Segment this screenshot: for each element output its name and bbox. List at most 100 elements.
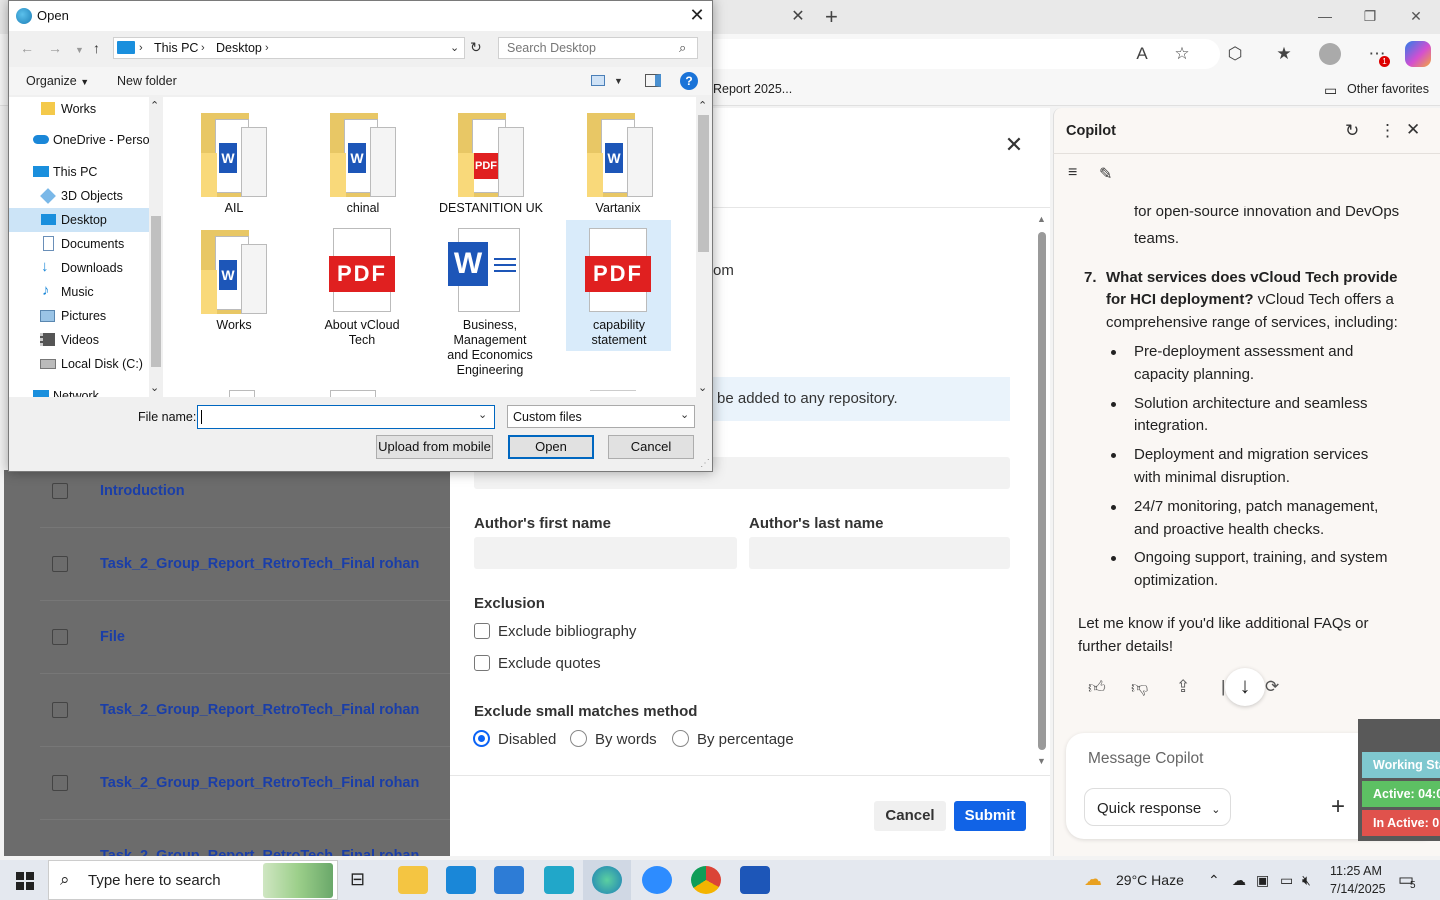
favorite-star-icon[interactable]: ☆ xyxy=(1170,42,1194,66)
view-icon[interactable] xyxy=(591,75,605,86)
file-label[interactable]: Business, Management and Economics Engineer… xyxy=(437,318,543,378)
scroll-down-icon[interactable]: ▼ xyxy=(1037,756,1046,766)
regenerate-icon[interactable]: ⟳ xyxy=(1265,677,1279,697)
new-chat-icon[interactable]: ✎ xyxy=(1099,164,1112,184)
menu-icon[interactable]: ≡ xyxy=(1068,164,1077,182)
nav-scroll-up-icon[interactable]: ⌃ xyxy=(150,99,159,112)
window-close-icon[interactable]: ✕ xyxy=(1401,4,1431,28)
file-label[interactable]: AIL xyxy=(181,201,287,216)
nav-item-selected[interactable]: Desktop xyxy=(9,208,149,232)
file-link[interactable]: Task_2_Group_Report_RetroTech_Final roha… xyxy=(100,775,419,791)
search-field[interactable]: Search Desktop xyxy=(498,37,698,59)
first-name-field[interactable] xyxy=(474,537,737,569)
add-icon[interactable]: + xyxy=(1331,793,1345,821)
profile-avatar[interactable] xyxy=(1319,43,1341,65)
exclude-bibliography-checkbox[interactable] xyxy=(474,623,490,639)
new-folder-button[interactable]: New folder xyxy=(117,74,177,88)
onedrive-icon[interactable]: ☁ xyxy=(1232,872,1246,889)
forward-icon[interactable]: → xyxy=(48,40,62,56)
nav-item[interactable]: This PC xyxy=(9,160,149,184)
share-icon[interactable]: ⇪ xyxy=(1176,677,1190,697)
organize-button[interactable]: Organize ▼ xyxy=(26,74,89,88)
quick-response-dropdown[interactable]: Quick response ⌄ xyxy=(1084,788,1231,826)
file-link[interactable]: Task_2_Group_Report_RetroTech_Final roha… xyxy=(100,556,419,572)
nav-item[interactable]: Network xyxy=(9,384,149,397)
nav-item[interactable]: Works xyxy=(9,97,149,121)
dialog-cancel-button[interactable]: Cancel xyxy=(608,435,694,459)
copilot-close-icon[interactable]: ✕ xyxy=(1406,120,1420,140)
other-favorites[interactable]: Other favorites xyxy=(1347,82,1429,96)
pdf-file-icon[interactable]: PDF xyxy=(329,228,395,314)
path-dropdown-icon[interactable]: ⌄ xyxy=(450,41,459,54)
file-label[interactable]: Works xyxy=(181,318,287,333)
file-scroll-up-icon[interactable]: ⌃ xyxy=(698,99,707,112)
folder-icon[interactable]: W xyxy=(587,113,653,199)
clock-time[interactable]: 11:25 AM xyxy=(1330,864,1382,878)
more-options-icon[interactable]: ⋮ xyxy=(1379,121,1396,141)
path-segment[interactable]: This PC xyxy=(154,41,198,55)
volume-icon[interactable]: 🔇︎ xyxy=(1302,872,1311,889)
word-file-icon[interactable]: W xyxy=(448,228,522,314)
file-label[interactable]: DESTANITION UK xyxy=(438,201,544,216)
help-icon[interactable]: ? xyxy=(680,72,698,90)
network-icon[interactable]: ▭ xyxy=(1280,872,1293,889)
tray-chevron-icon[interactable]: ⌃ xyxy=(1208,872,1220,889)
folder-icon[interactable]: W xyxy=(201,113,267,199)
nav-scroll-thumb[interactable] xyxy=(151,216,161,367)
minimize-icon[interactable]: — xyxy=(1310,4,1340,28)
cancel-button[interactable]: Cancel xyxy=(874,801,946,831)
nav-item[interactable]: ♪ Music xyxy=(9,280,149,304)
nav-item[interactable]: Documents xyxy=(9,232,149,256)
nav-item[interactable]: ↓ Downloads xyxy=(9,256,149,280)
modal-close-icon[interactable]: ✕ xyxy=(1003,132,1025,157)
resize-grip-icon[interactable]: ⋰ xyxy=(700,458,710,469)
row-checkbox[interactable] xyxy=(52,775,68,791)
chrome-icon[interactable] xyxy=(691,866,721,894)
message-input[interactable]: Message Copilot xyxy=(1088,750,1203,768)
radio-disabled[interactable] xyxy=(473,730,490,747)
last-name-field[interactable] xyxy=(749,537,1010,569)
new-tab-icon[interactable]: + xyxy=(825,4,845,29)
edge-icon[interactable] xyxy=(592,866,622,894)
nav-item[interactable]: Pictures xyxy=(9,304,149,328)
file-type-select[interactable]: Custom files ⌄ xyxy=(507,405,695,428)
view-dropdown-icon[interactable]: ▼ xyxy=(614,76,623,86)
mail-icon[interactable] xyxy=(494,866,524,894)
security-icon[interactable]: ▣ xyxy=(1256,872,1269,889)
file-scroll-thumb[interactable] xyxy=(698,115,709,252)
modal-scroll-thumb[interactable] xyxy=(1038,232,1046,750)
file-label[interactable]: About vCloud Tech xyxy=(309,318,415,348)
favorites-icon[interactable]: ★ xyxy=(1272,42,1296,66)
back-icon[interactable]: ← xyxy=(20,40,34,56)
favorite-item[interactable]: Report 2025... xyxy=(713,82,792,96)
file-link[interactable]: File xyxy=(100,629,125,645)
file-label[interactable]: capability statement xyxy=(566,318,672,348)
nav-item[interactable]: Videos xyxy=(9,328,149,352)
file-link[interactable]: Introduction xyxy=(100,483,185,499)
chevron-down-icon[interactable]: ⌄ xyxy=(478,408,487,421)
open-button[interactable]: Open xyxy=(508,435,594,459)
thumbs-down-icon[interactable]: 👎︎ xyxy=(1131,677,1148,698)
up-icon[interactable]: ↑ xyxy=(93,40,100,56)
nav-item[interactable]: Local Disk (C:) xyxy=(9,352,149,376)
file-link[interactable]: Task_2_Group_Report_RetroTech_Final roha… xyxy=(100,702,419,718)
dialog-close-icon[interactable]: ✕ xyxy=(688,5,706,25)
row-checkbox[interactable] xyxy=(52,483,68,499)
taskbar-search[interactable]: ⌕ Type here to search xyxy=(48,860,338,900)
restore-icon[interactable]: ❐ xyxy=(1355,4,1385,28)
weather-text[interactable]: 29°C Haze xyxy=(1116,872,1184,888)
exclude-quotes-checkbox[interactable] xyxy=(474,655,490,671)
pdf-folder-icon[interactable]: PDF xyxy=(458,113,524,199)
refresh-icon[interactable]: ↻ xyxy=(1345,121,1359,141)
windows-start-icon[interactable] xyxy=(16,872,34,890)
refresh-icon[interactable]: ↻ xyxy=(470,39,482,56)
submit-button[interactable]: Submit xyxy=(954,801,1026,831)
upload-from-mobile-button[interactable]: Upload from mobile xyxy=(376,435,493,459)
folder-icon[interactable]: W xyxy=(201,230,267,316)
row-checkbox[interactable] xyxy=(52,702,68,718)
read-aloud-icon[interactable]: A xyxy=(1130,42,1154,66)
nav-item[interactable]: 3D Objects xyxy=(9,184,149,208)
folder-icon[interactable]: W xyxy=(330,113,396,199)
file-label[interactable]: Vartanix xyxy=(565,201,671,216)
file-name-input[interactable]: ⌄ xyxy=(197,405,495,429)
